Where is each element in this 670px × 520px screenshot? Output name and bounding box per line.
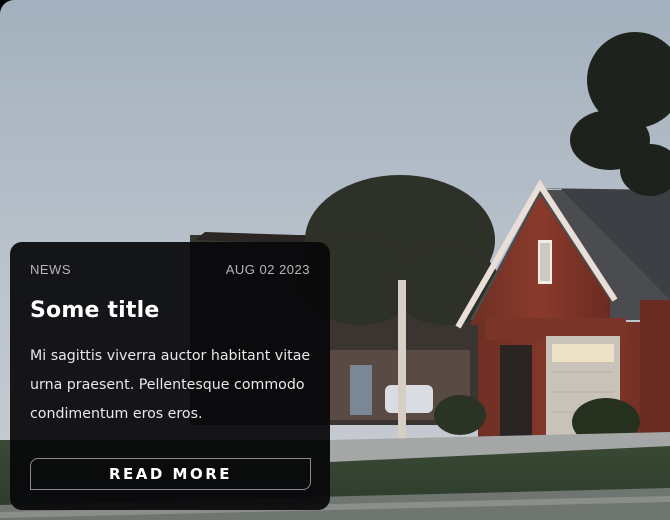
- card-meta: NEWS AUG 02 2023: [30, 262, 310, 277]
- date-label: AUG 02 2023: [225, 262, 310, 277]
- card-body: Mi sagittis viverra auctor habitant vita…: [30, 348, 311, 422]
- category-label: NEWS: [30, 262, 71, 277]
- card-title: Some title: [30, 298, 160, 323]
- news-card: NEWS AUG 02 2023 Some title Mi sagittis …: [10, 242, 330, 510]
- read-more-button[interactable]: READ MORE: [30, 458, 311, 490]
